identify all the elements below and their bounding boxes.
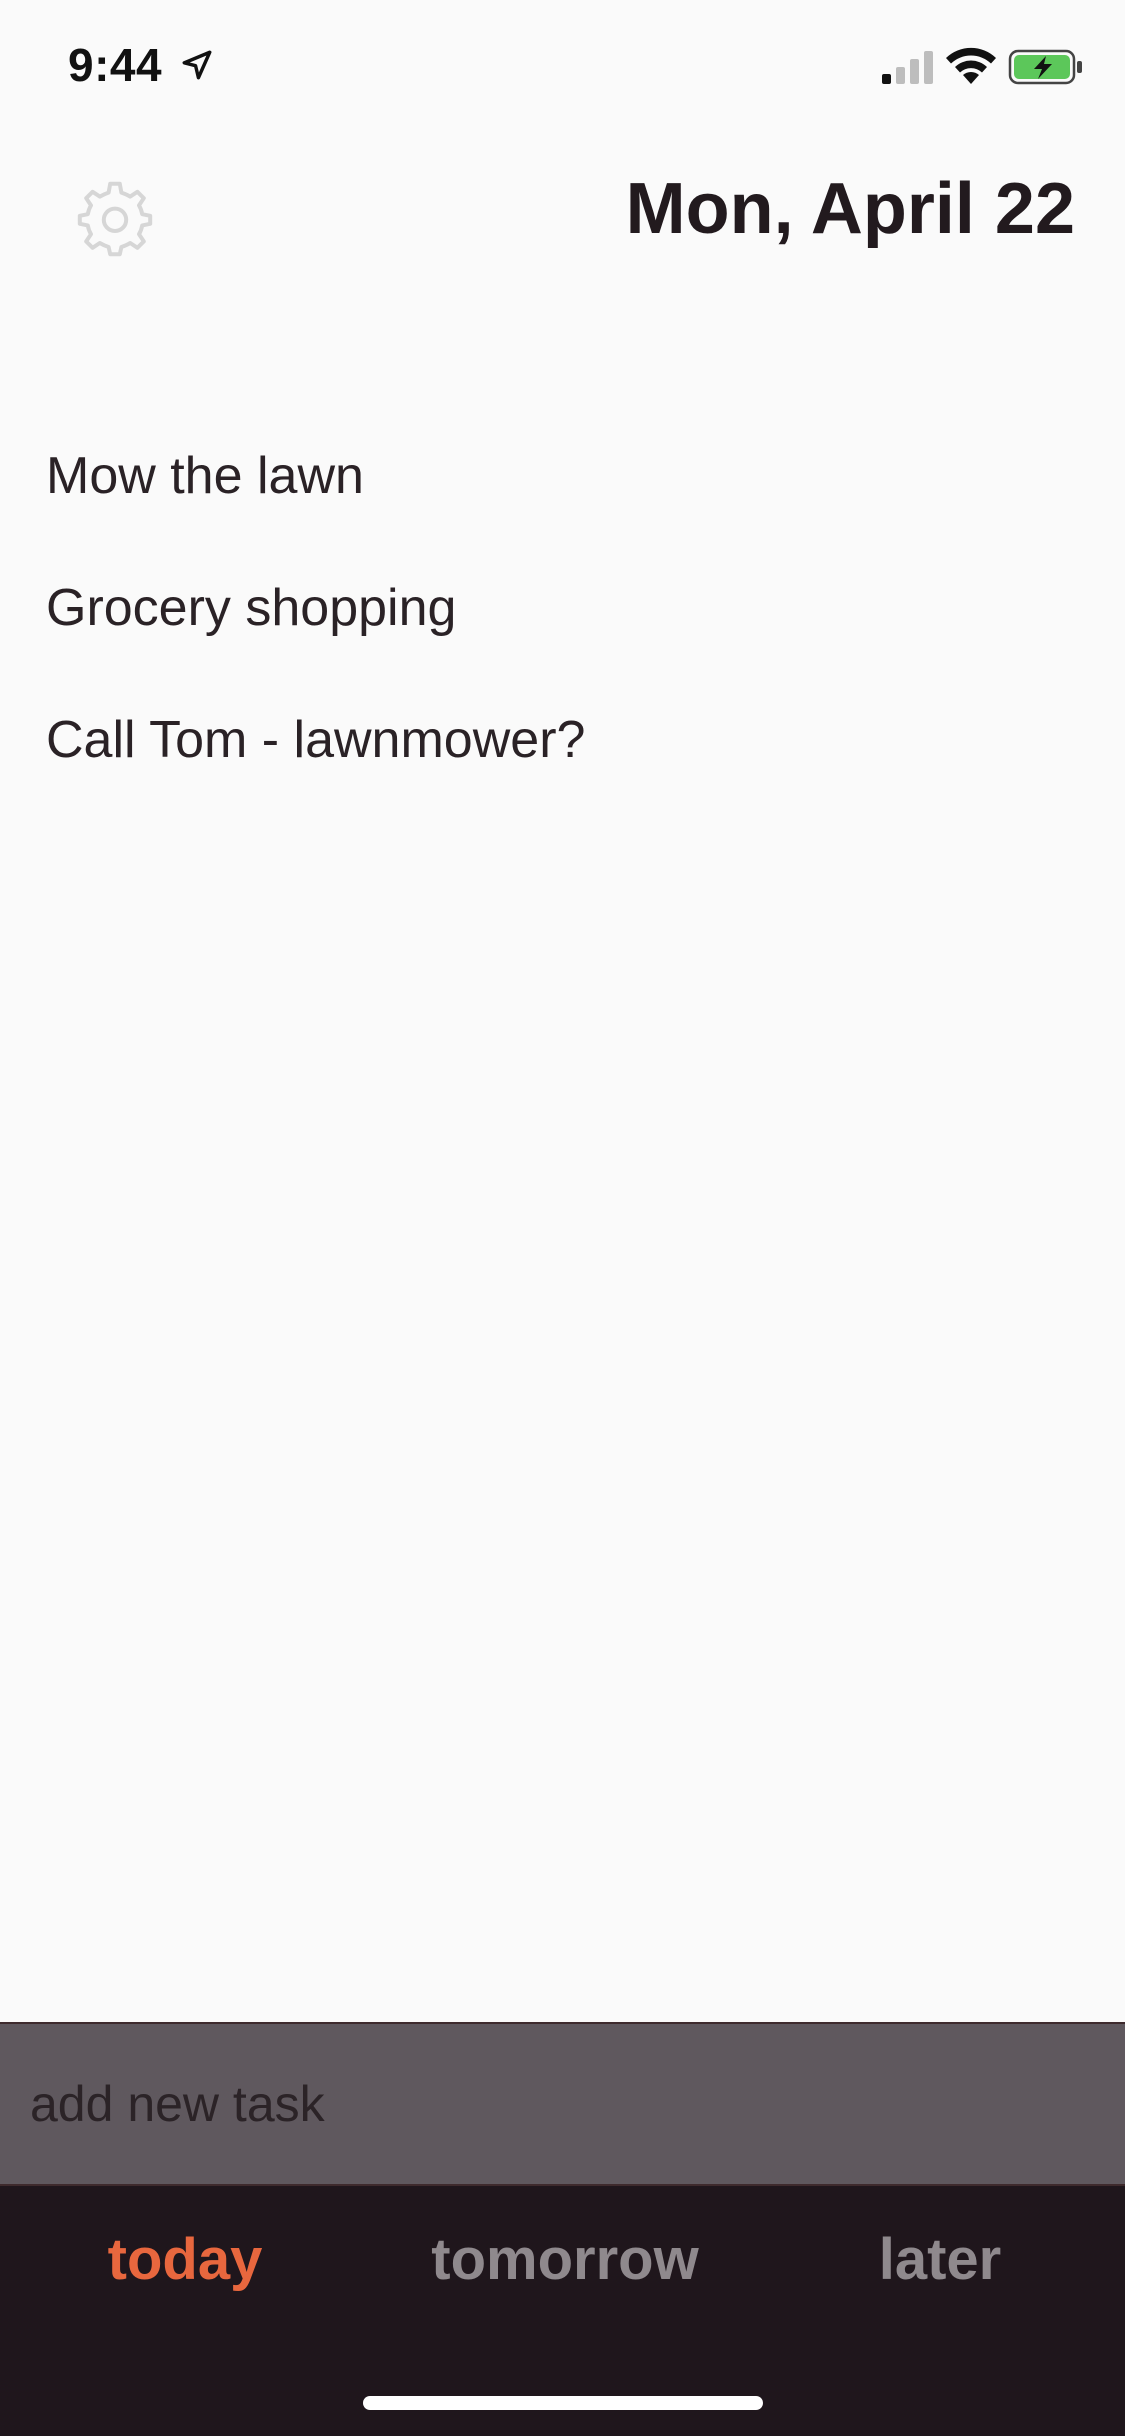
tab-tomorrow[interactable]: tomorrow — [405, 2214, 725, 2304]
tab-later[interactable]: later — [840, 2214, 1040, 2304]
add-task-bar — [0, 2022, 1125, 2186]
page-title: Mon, April 22 — [625, 169, 1075, 249]
status-bar: 9:44 — [0, 0, 1125, 132]
cellular-signal-icon — [882, 51, 933, 84]
status-time: 9:44 — [68, 39, 163, 91]
task-list: Mow the lawn Grocery shopping Call Tom -… — [46, 410, 1076, 806]
add-task-input[interactable] — [0, 2024, 1125, 2184]
home-indicator[interactable] — [363, 2396, 763, 2410]
wifi-icon — [946, 47, 996, 84]
settings-button[interactable] — [70, 174, 160, 264]
tab-today[interactable]: today — [60, 2214, 310, 2304]
today-screen: 9:44 Mon, April 22 Mow the lawn Grocery … — [0, 0, 1125, 2436]
location-arrow-icon — [182, 50, 212, 80]
gear-icon — [77, 181, 153, 257]
task-label: Mow the lawn — [46, 447, 364, 505]
task-item[interactable]: Call Tom - lawnmower? — [46, 674, 1076, 806]
task-label: Call Tom - lawnmower? — [46, 711, 586, 769]
battery-charging-icon — [1008, 49, 1082, 85]
task-item[interactable]: Grocery shopping — [46, 542, 1076, 674]
task-label: Grocery shopping — [46, 579, 457, 637]
task-item[interactable]: Mow the lawn — [46, 410, 1076, 542]
